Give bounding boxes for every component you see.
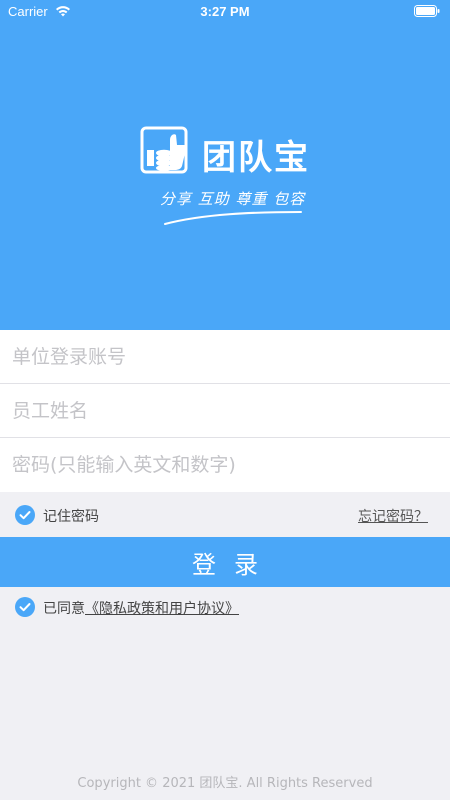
agreement-row: 已同意《隐私政策和用户协议》 <box>0 594 450 620</box>
header-banner: Carrier 3:27 PM 团队宝 分享 互助 尊重 包容 <box>0 0 450 330</box>
employee-name-input[interactable] <box>12 384 437 438</box>
agreement-text: 已同意《隐私政策和用户协议》 <box>43 598 239 618</box>
remember-password-label[interactable]: 记住密码 <box>43 506 99 526</box>
swoosh-underline-icon <box>164 211 302 225</box>
app-name: 团队宝 <box>202 138 310 178</box>
account-input[interactable] <box>12 330 437 384</box>
slogan: 分享 互助 尊重 包容 <box>160 190 306 208</box>
agreement-prefix: 已同意 <box>43 601 85 617</box>
thumbs-up-logo-icon <box>140 126 188 174</box>
password-input[interactable] <box>12 438 437 492</box>
password-field-row <box>0 438 450 492</box>
agree-checkbox-checked-icon[interactable] <box>15 597 35 617</box>
forgot-password-link[interactable]: 忘记密码？ <box>358 506 428 526</box>
logo: 团队宝 <box>140 124 340 178</box>
remember-checkbox-checked-icon[interactable] <box>15 505 35 525</box>
battery-icon <box>414 5 440 17</box>
status-time: 3:27 PM <box>200 4 250 19</box>
copyright-footer: Copyright © 2021 团队宝. All Rights Reserve… <box>77 776 373 791</box>
name-field-row <box>0 384 450 438</box>
login-form <box>0 330 450 492</box>
privacy-policy-link[interactable]: 《隐私政策和用户协议》 <box>85 601 239 617</box>
status-bar: Carrier 3:27 PM <box>0 0 450 24</box>
login-button[interactable]: 登录 <box>0 537 450 587</box>
account-field-row <box>0 330 450 384</box>
remember-row: 记住密码 忘记密码？ <box>0 494 450 536</box>
